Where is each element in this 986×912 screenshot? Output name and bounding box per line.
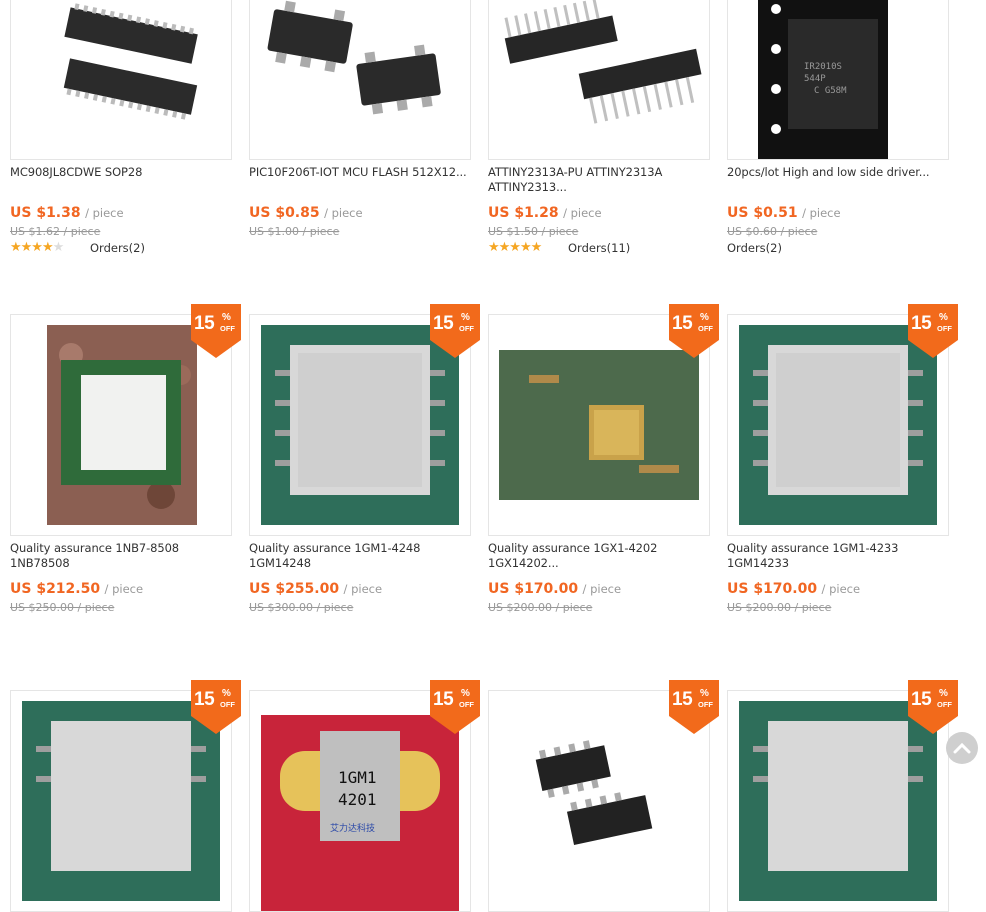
product-image[interactable] [10,0,232,160]
discount-value: 15 [433,313,454,334]
original-price: US $250.00 / piece [10,601,115,614]
off-label: OFF [220,700,235,709]
product-image[interactable] [249,0,471,160]
percent-sign: % [700,312,709,323]
product-title[interactable]: Quality assurance 1GX1-4202 1GX14202... [488,541,710,571]
orders-count[interactable]: Orders(2) [727,241,782,255]
price-unit: / piece [802,206,841,220]
price-row: US $0.85 / piece [249,205,363,221]
price-unit: / piece [85,206,124,220]
product-title[interactable]: Quality assurance 1NB7-8508 1NB78508 [10,541,232,571]
off-label: OFF [459,324,474,333]
price-unit: / piece [343,582,383,596]
original-price: US $1.62 / piece [10,225,101,238]
back-to-top-button[interactable] [946,732,978,764]
star-empty-icon: ★ [52,240,65,255]
discount-value: 15 [433,689,454,710]
product-title[interactable]: Quality assurance 1GM1-4233 1GM14233 [727,541,949,571]
price-row: US $170.00 / piece [727,581,860,597]
percent-sign: % [939,688,948,699]
discount-badge: 15 % OFF [430,680,480,734]
price-unit: / piece [582,582,622,596]
percent-sign: % [222,688,231,699]
original-price: US $200.00 / piece [727,601,832,614]
price: US $255.00 [249,581,340,597]
price-row: US $1.28 / piece [488,205,602,221]
discount-badge: 15 % OFF [908,304,958,358]
price-row: US $0.51 / piece [727,205,841,221]
product-title[interactable]: MC908JL8CDWE SOP28 [10,165,232,180]
chevron-up-icon [953,742,971,754]
product-title[interactable]: Quality assurance 1GM1-4248 1GM14248 [249,541,471,571]
price: US $1.28 [488,205,559,221]
original-price: US $200.00 / piece [488,601,593,614]
off-label: OFF [698,700,713,709]
discount-badge: 15 % OFF [191,304,241,358]
percent-sign: % [700,688,709,699]
discount-badge: 15 % OFF [669,304,719,358]
discount-value: 15 [194,689,215,710]
product-title[interactable]: PIC10F206T-IOT MCU FLASH 512X12... [249,165,471,180]
star-icon: ★★★★ [10,240,54,255]
original-price: US $1.50 / piece [488,225,579,238]
chip-marking: 544P [804,74,826,84]
price-row: US $170.00 / piece [488,581,621,597]
orders-count[interactable]: Orders(11) [568,241,630,255]
star-icon: ★★★★★ [488,240,542,255]
off-label: OFF [220,324,235,333]
discount-value: 15 [911,689,932,710]
product-title[interactable]: 20pcs/lot High and low side driver... [727,165,949,180]
price-unit: / piece [324,206,363,220]
product-image[interactable] [488,0,710,160]
percent-sign: % [461,312,470,323]
soic-chip-image [63,3,198,120]
dip-chip-image [504,0,702,124]
off-label: OFF [698,324,713,333]
discount-badge: 15 % OFF [908,680,958,734]
price-unit: / piece [104,582,144,596]
price-row: US $1.38 / piece [10,205,124,221]
discount-value: 15 [672,313,693,334]
sot23-chip-image [267,0,441,115]
off-label: OFF [937,700,952,709]
discount-value: 15 [911,313,932,334]
percent-sign: % [222,312,231,323]
product-image[interactable]: IR2010S 544P C G58M [727,0,949,160]
percent-sign: % [461,688,470,699]
price: US $0.85 [249,205,320,221]
price: US $170.00 [488,581,579,597]
discount-badge: 15 % OFF [669,680,719,734]
orders-count[interactable]: Orders(2) [90,241,145,255]
off-label: OFF [459,700,474,709]
chip-marking: IR2010S [804,62,842,72]
price-row: US $212.50 / piece [10,581,143,597]
chip-marking: C G58M [814,86,847,96]
discount-badge: 15 % OFF [430,304,480,358]
rating-stars: ★★★★★ [488,240,542,255]
product-title[interactable]: ATTINY2313A-PU ATTINY2313A ATTINY2313... [488,165,710,195]
price: US $1.38 [10,205,81,221]
price: US $170.00 [727,581,818,597]
price-row: US $255.00 / piece [249,581,382,597]
discount-value: 15 [672,689,693,710]
discount-value: 15 [194,313,215,334]
price-unit: / piece [821,582,861,596]
chip-marking: 4201 [338,790,377,809]
rating-stars: ★★★★★ [10,240,65,255]
original-price: US $1.00 / piece [249,225,340,238]
tape-reel-chip-image: IR2010S 544P C G58M [758,0,888,159]
brand-marking: 艾力达科技 [330,822,375,834]
discount-badge: 15 % OFF [191,680,241,734]
percent-sign: % [939,312,948,323]
original-price: US $300.00 / piece [249,601,354,614]
price-unit: / piece [563,206,602,220]
price: US $0.51 [727,205,798,221]
chip-marking: 1GM1 [338,768,377,787]
original-price: US $0.60 / piece [727,225,818,238]
off-label: OFF [937,324,952,333]
price: US $212.50 [10,581,101,597]
